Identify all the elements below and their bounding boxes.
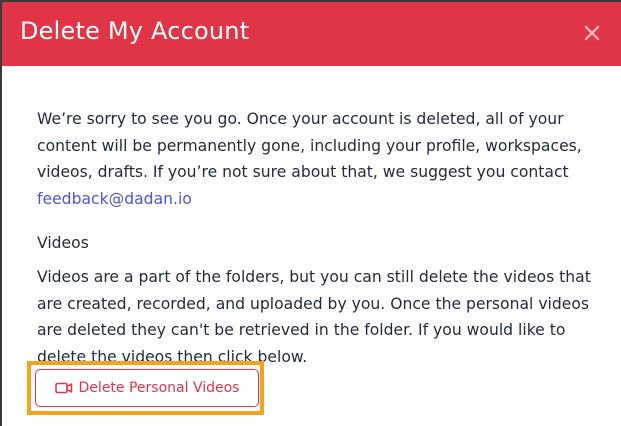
intro-paragraph: We’re sorry to see you go. Once your acc… [37, 106, 593, 212]
intro-text: We’re sorry to see you go. Once your acc… [37, 110, 582, 181]
close-button[interactable] [579, 20, 605, 46]
modal-body: We’re sorry to see you go. Once your acc… [37, 106, 597, 370]
close-icon [579, 20, 605, 46]
modal-title: Delete My Account [20, 17, 250, 45]
delete-personal-videos-button[interactable]: Delete Personal Videos [35, 369, 259, 407]
feedback-email-link[interactable]: feedback@dadan.io [37, 190, 192, 208]
videos-heading: Videos [37, 234, 89, 252]
delete-personal-videos-label: Delete Personal Videos [78, 380, 240, 396]
videos-description: Videos are a part of the folders, but yo… [37, 268, 591, 366]
modal-header: Delete My Account [2, 2, 621, 66]
video-camera-icon [54, 381, 73, 395]
